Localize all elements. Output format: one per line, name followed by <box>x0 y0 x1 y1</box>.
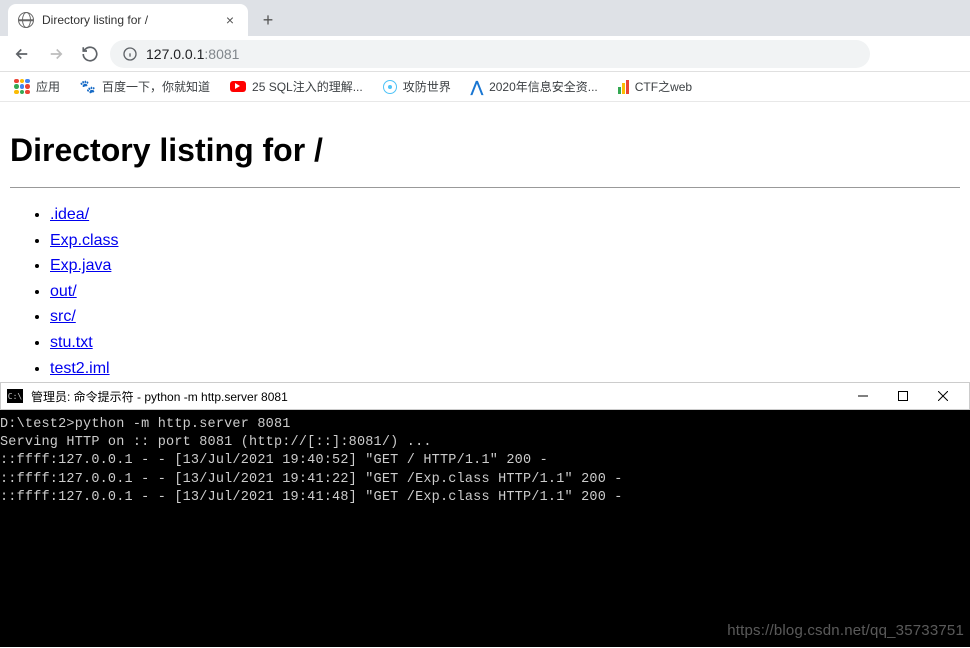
bookmark-ctf1[interactable]: 攻防世界 <box>383 78 451 95</box>
back-button[interactable] <box>8 40 36 68</box>
close-icon[interactable]: × <box>222 12 238 28</box>
bookmark-ctfweb[interactable]: CTF之web <box>618 78 692 95</box>
apps-button[interactable]: 应用 <box>14 78 60 95</box>
list-item: stu.txt <box>50 330 960 356</box>
bookmark-2020[interactable]: ⋀ 2020年信息安全资... <box>471 78 598 96</box>
browser-tab[interactable]: Directory listing for / × <box>8 4 248 36</box>
circle-icon <box>383 80 397 94</box>
file-link[interactable]: Exp.class <box>50 232 118 249</box>
bookmark-label: CTF之web <box>635 78 692 95</box>
window-controls <box>843 383 963 409</box>
list-item: out/ <box>50 279 960 305</box>
minimize-button[interactable] <box>843 383 883 409</box>
list-item: .idea/ <box>50 202 960 228</box>
terminal-body[interactable]: D:\test2>python -m http.server 8081 Serv… <box>0 410 970 647</box>
list-item: test2.iml <box>50 356 960 382</box>
terminal-window: C:\ 管理员: 命令提示符 - python -m http.server 8… <box>0 382 970 647</box>
terminal-titlebar[interactable]: C:\ 管理员: 命令提示符 - python -m http.server 8… <box>0 382 970 410</box>
terminal-line: ::ffff:127.0.0.1 - - [13/Jul/2021 19:41:… <box>0 472 623 487</box>
maximize-button[interactable] <box>883 383 923 409</box>
address-port: :8081 <box>204 46 239 62</box>
file-link[interactable]: Exp.java <box>50 257 111 274</box>
address-host: 127.0.0.1 <box>146 46 204 62</box>
list-item: Exp.class <box>50 228 960 254</box>
bookmark-sql[interactable]: 25 SQL注入的理解... <box>230 78 363 95</box>
file-list: .idea/ Exp.class Exp.java out/ src/ stu.… <box>10 202 960 381</box>
bookmark-label: 25 SQL注入的理解... <box>252 78 363 95</box>
forward-button[interactable] <box>42 40 70 68</box>
browser-tab-bar: Directory listing for / × + <box>0 0 970 36</box>
bookmark-label: 2020年信息安全资... <box>489 78 598 95</box>
file-link[interactable]: out/ <box>50 283 77 300</box>
file-link[interactable]: stu.txt <box>50 334 93 351</box>
list-item: src/ <box>50 304 960 330</box>
terminal-line: ::ffff:127.0.0.1 - - [13/Jul/2021 19:41:… <box>0 490 623 505</box>
browser-toolbar: 127.0.0.1:8081 <box>0 36 970 72</box>
file-link[interactable]: test2.iml <box>50 360 110 377</box>
address-bar[interactable]: 127.0.0.1:8081 <box>110 40 870 68</box>
list-item: Exp.java <box>50 253 960 279</box>
reload-button[interactable] <box>76 40 104 68</box>
page-title: Directory listing for / <box>10 132 960 169</box>
baidu-icon: 🐾 <box>80 79 96 95</box>
apps-icon <box>14 79 30 95</box>
terminal-line: ::ffff:127.0.0.1 - - [13/Jul/2021 19:40:… <box>0 453 548 468</box>
bookmark-label: 百度一下，你就知道 <box>102 78 210 95</box>
divider <box>10 187 960 188</box>
bookmark-label: 攻防世界 <box>403 78 451 95</box>
bookmarks-bar: 应用 🐾 百度一下，你就知道 25 SQL注入的理解... 攻防世界 ⋀ 202… <box>0 72 970 102</box>
terminal-line: D:\test2>python -m http.server 8081 <box>0 417 291 432</box>
lambda-icon: ⋀ <box>471 78 483 96</box>
close-button[interactable] <box>923 383 963 409</box>
tab-title: Directory listing for / <box>42 13 214 27</box>
youtube-icon <box>230 81 246 92</box>
cmd-icon: C:\ <box>7 389 23 403</box>
apps-label: 应用 <box>36 78 60 95</box>
terminal-line: Serving HTTP on :: port 8081 (http://[::… <box>0 435 432 450</box>
watermark: https://blog.csdn.net/qq_35733751 <box>727 621 964 641</box>
file-link[interactable]: .idea/ <box>50 206 89 223</box>
file-link[interactable]: src/ <box>50 308 76 325</box>
new-tab-button[interactable]: + <box>254 6 282 34</box>
info-icon[interactable] <box>122 46 138 62</box>
bars-icon <box>618 80 629 94</box>
globe-icon <box>18 12 34 28</box>
page-content: Directory listing for / .idea/ Exp.class… <box>0 102 970 382</box>
bookmark-baidu[interactable]: 🐾 百度一下，你就知道 <box>80 78 210 95</box>
terminal-title: 管理员: 命令提示符 - python -m http.server 8081 <box>31 388 835 405</box>
